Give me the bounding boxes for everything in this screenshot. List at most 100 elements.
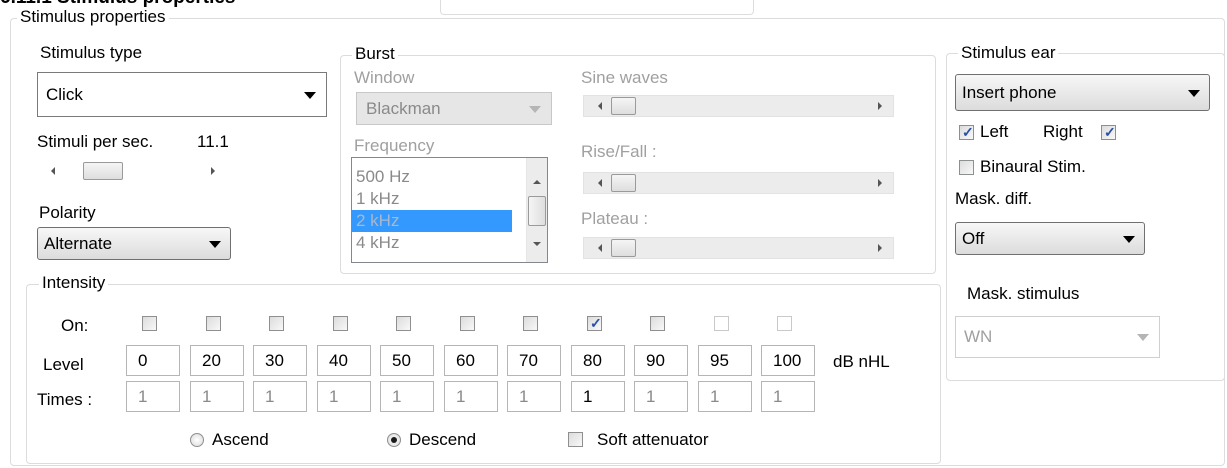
level-label: Level	[43, 355, 84, 374]
checkmark-icon: ✓	[962, 124, 974, 140]
polarity-select[interactable]: Alternate	[37, 227, 231, 260]
binaural-checkbox[interactable]	[959, 160, 974, 175]
times-label: Times :	[37, 390, 93, 409]
scroll-right-icon[interactable]	[211, 167, 215, 175]
descend-radio[interactable]	[387, 433, 401, 447]
on-checkbox[interactable]	[523, 316, 538, 331]
stimulus-type-select[interactable]: Click	[37, 72, 327, 117]
on-checkbox[interactable]	[142, 316, 157, 331]
times-input[interactable]: 1	[761, 381, 815, 412]
times-input[interactable]: 1	[380, 381, 434, 412]
on-checkbox[interactable]	[714, 316, 729, 331]
rate-slider[interactable]	[38, 160, 228, 182]
frequency-option[interactable]: 4 kHz	[352, 232, 512, 254]
window-value: Blackman	[366, 98, 441, 118]
level-input[interactable]: 20	[190, 345, 244, 376]
frequency-option-selected[interactable]: 2 kHz	[352, 210, 512, 232]
frequency-listbox[interactable]: 500 Hz 1 kHz 2 kHz 4 kHz	[351, 157, 548, 263]
times-input[interactable]: 1	[571, 381, 625, 412]
scroll-left-icon[interactable]	[598, 179, 602, 187]
on-checkbox[interactable]	[269, 316, 284, 331]
frequency-option[interactable]: 500 Hz	[352, 166, 512, 188]
times-input[interactable]: 1	[634, 381, 688, 412]
chevron-down-icon	[304, 91, 316, 99]
scroll-right-icon[interactable]	[878, 179, 882, 187]
transducer-select[interactable]: Insert phone	[955, 74, 1210, 111]
polarity-label: Polarity	[39, 203, 96, 222]
sine-waves-label: Sine waves	[581, 68, 668, 87]
left-ear-checkbox[interactable]: ✓	[959, 124, 974, 140]
level-input[interactable]: 80	[571, 345, 625, 376]
level-input[interactable]: 30	[253, 345, 307, 376]
soft-attenuator-label[interactable]: Soft attenuator	[597, 430, 709, 450]
times-input[interactable]: 1	[253, 381, 307, 412]
checkmark-icon: ✓	[590, 315, 602, 331]
level-input[interactable]: 70	[507, 345, 561, 376]
window-select[interactable]: Blackman	[356, 92, 552, 125]
times-input[interactable]: 1	[698, 381, 752, 412]
stimulus-type-label: Stimulus type	[40, 43, 143, 62]
polarity-value: Alternate	[44, 233, 113, 253]
on-checkbox[interactable]	[333, 316, 348, 331]
chevron-down-icon	[1188, 89, 1200, 97]
frequency-scroll-thumb[interactable]	[528, 196, 546, 226]
on-checkbox[interactable]: ✓	[587, 315, 602, 331]
on-checkbox[interactable]	[206, 316, 221, 331]
rise-fall-slider[interactable]	[583, 172, 894, 194]
ascend-label[interactable]: Ascend	[212, 430, 269, 450]
level-input[interactable]: 60	[444, 345, 498, 376]
plateau-thumb[interactable]	[611, 239, 636, 257]
scroll-left-icon[interactable]	[598, 102, 602, 110]
plateau-label: Plateau :	[581, 209, 649, 228]
on-checkbox[interactable]	[777, 316, 792, 331]
right-ear-label[interactable]: Right	[1043, 122, 1083, 142]
rate-value: 11.1	[197, 132, 229, 151]
stimulus-ear-title: Stimulus ear	[958, 43, 1059, 63]
scroll-left-icon[interactable]	[598, 244, 602, 252]
level-input[interactable]: 90	[634, 345, 688, 376]
on-checkbox[interactable]	[650, 316, 665, 331]
level-input[interactable]: 95	[698, 345, 752, 376]
descend-label[interactable]: Descend	[409, 430, 476, 450]
plateau-slider[interactable]	[583, 237, 894, 259]
rise-fall-thumb[interactable]	[611, 174, 636, 192]
top-partial-box	[440, 0, 754, 15]
rise-fall-label: Rise/Fall :	[581, 142, 657, 161]
ascend-radio[interactable]	[190, 433, 204, 447]
times-input[interactable]: 1	[507, 381, 561, 412]
scroll-up-icon[interactable]	[533, 180, 541, 184]
scroll-down-icon[interactable]	[533, 242, 541, 246]
on-checkbox[interactable]	[396, 316, 411, 331]
level-input[interactable]: 0	[126, 345, 180, 376]
frequency-option[interactable]: 1 kHz	[352, 188, 512, 210]
level-input[interactable]: 50	[380, 345, 434, 376]
mask-diff-select[interactable]: Off	[955, 222, 1145, 255]
stimulus-type-value: Click	[46, 84, 83, 104]
times-input[interactable]: 1	[190, 381, 244, 412]
scroll-left-icon[interactable]	[51, 167, 55, 175]
transducer-value: Insert phone	[962, 82, 1057, 102]
mask-diff-value: Off	[962, 228, 985, 248]
on-checkbox[interactable]	[460, 316, 475, 331]
window-label: Window	[354, 68, 415, 87]
rate-slider-thumb[interactable]	[83, 162, 123, 180]
binaural-label[interactable]: Binaural Stim.	[980, 157, 1086, 177]
level-input[interactable]: 40	[317, 345, 371, 376]
right-ear-checkbox[interactable]: ✓	[1101, 124, 1116, 140]
soft-attenuator-checkbox[interactable]	[568, 432, 583, 447]
mask-stimulus-select[interactable]: WN	[955, 316, 1160, 358]
sine-waves-slider[interactable]	[583, 95, 894, 117]
times-input[interactable]: 1	[444, 381, 498, 412]
left-ear-label[interactable]: Left	[980, 122, 1008, 142]
frequency-scrollbar[interactable]	[526, 158, 547, 262]
mask-stimulus-label: Mask. stimulus	[967, 284, 1080, 303]
scroll-right-icon[interactable]	[878, 102, 882, 110]
radio-selected-dot	[391, 437, 397, 443]
sine-waves-thumb[interactable]	[611, 97, 636, 115]
level-input[interactable]: 100	[761, 345, 815, 376]
times-input[interactable]: 1	[317, 381, 371, 412]
scroll-right-icon[interactable]	[878, 244, 882, 252]
chevron-down-icon	[209, 240, 221, 248]
times-input[interactable]: 1	[126, 381, 180, 412]
mask-stimulus-value: WN	[964, 327, 993, 346]
